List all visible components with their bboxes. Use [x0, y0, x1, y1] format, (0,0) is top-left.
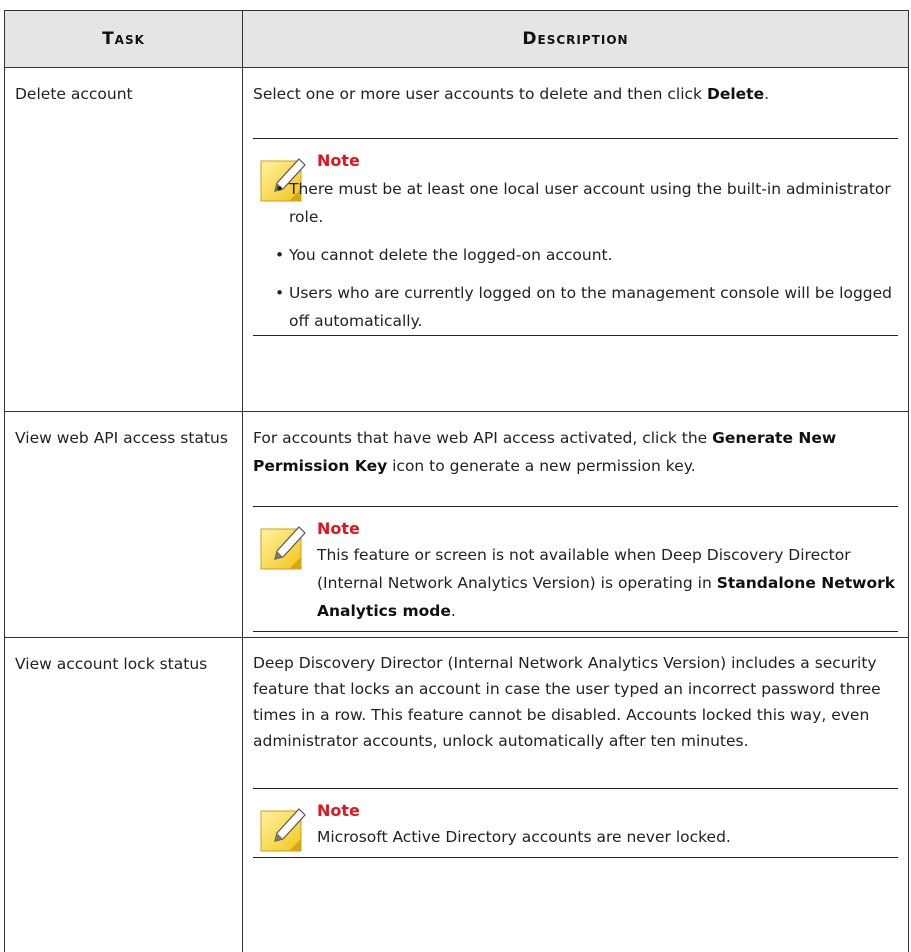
description-text: For accounts that have web API access ac… — [253, 429, 837, 475]
list-item: There must be at least one local user ac… — [275, 175, 898, 231]
header-task: Task — [4, 10, 243, 68]
delete-keyword: Delete — [706, 85, 765, 103]
note-box: Note There must be at least one local us… — [253, 138, 898, 336]
task-cell: View account lock status — [4, 637, 243, 952]
note-box: Note Microsoft Active Directory accounts… — [253, 788, 898, 858]
list-item: You cannot delete the logged-on account. — [275, 241, 898, 269]
task-table: Task Description Delete account Select o… — [4, 10, 909, 952]
note-title: Note — [317, 801, 360, 820]
header-description: Description — [242, 10, 909, 68]
description-cell: Deep Discovery Director (Internal Networ… — [242, 637, 909, 952]
note-text: This feature or screen is not available … — [317, 546, 896, 620]
table-row: Delete account Select one or more user a… — [4, 67, 909, 412]
list-item: Users who are currently logged on to the… — [275, 279, 898, 335]
note-list: There must be at least one local user ac… — [253, 175, 898, 335]
note-title: Note — [317, 151, 360, 170]
description-cell: For accounts that have web API access ac… — [242, 411, 909, 638]
note-title: Note — [317, 519, 360, 538]
note-box: Note This feature or screen is not avail… — [253, 506, 898, 632]
table-row: View web API access status For accounts … — [4, 411, 909, 638]
header-row: Task Description — [4, 10, 909, 68]
description-text: Select one or more user accounts to dele… — [253, 85, 770, 103]
note-pencil-icon — [260, 808, 306, 852]
note-text: Microsoft Active Directory accounts are … — [317, 828, 731, 846]
description-text: Deep Discovery Director (Internal Networ… — [253, 654, 881, 750]
task-cell: Delete account — [4, 67, 243, 412]
table-row: View account lock status Deep Discovery … — [4, 637, 909, 952]
task-cell: View web API access status — [4, 411, 243, 638]
note-pencil-icon — [260, 526, 306, 570]
description-cell: Select one or more user accounts to dele… — [242, 67, 909, 412]
